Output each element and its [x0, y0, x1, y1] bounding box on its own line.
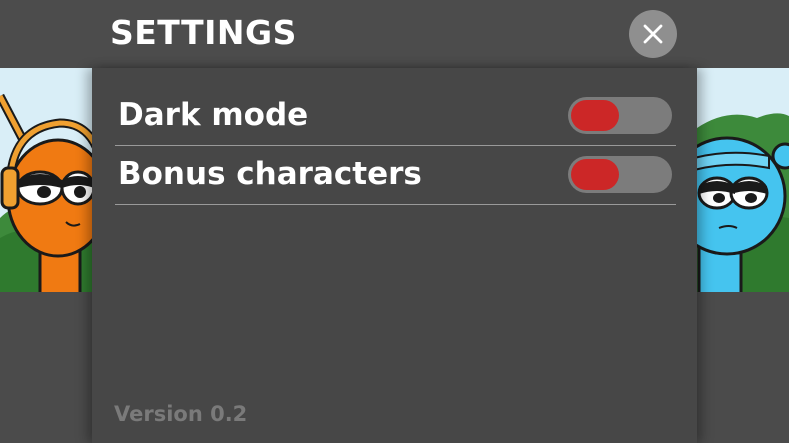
dark-mode-toggle[interactable]	[568, 97, 672, 134]
toggle-knob	[571, 100, 619, 131]
version-label: Version 0.2	[114, 402, 248, 426]
left-character-image	[0, 68, 92, 292]
close-icon	[643, 24, 663, 44]
right-character-image	[697, 68, 789, 292]
dark-mode-label: Dark mode	[118, 97, 309, 133]
close-button[interactable]	[629, 10, 677, 58]
setting-row-bonus-characters: Bonus characters	[115, 145, 676, 205]
bonus-characters-toggle[interactable]	[568, 156, 672, 193]
page-title: SETTINGS	[110, 13, 297, 52]
toggle-knob	[571, 159, 619, 190]
settings-panel: Dark mode Bonus characters Version 0.2	[92, 68, 697, 443]
setting-row-dark-mode: Dark mode	[115, 86, 676, 146]
bonus-characters-label: Bonus characters	[118, 156, 422, 192]
